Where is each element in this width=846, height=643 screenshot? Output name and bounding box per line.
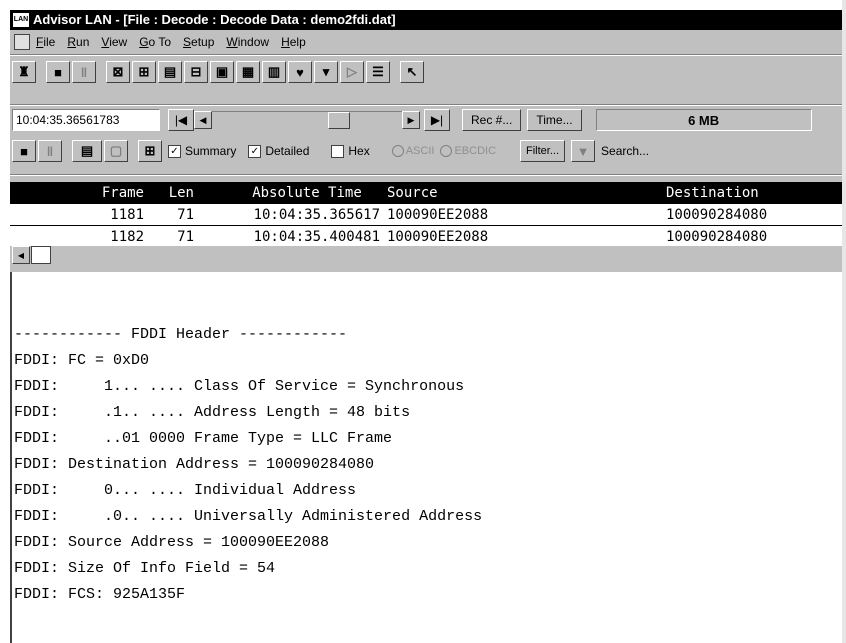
detailed-check-icon[interactable]: ✓ <box>248 144 262 158</box>
detailed-checkbox[interactable]: ✓ Detailed <box>248 144 309 158</box>
network-icon[interactable]: ▦ <box>236 61 260 83</box>
detail-line: FDDI: FC = 0xD0 <box>14 352 150 369</box>
decode-icon[interactable]: ⊟ <box>184 61 208 83</box>
packet-detail-pane[interactable]: ------------ FDDI Header ------------ FD… <box>10 272 846 643</box>
cell-destination: 100090284080 <box>666 206 768 223</box>
buffer-size-display: 6 MB <box>595 109 812 131</box>
scrollbar-thumb[interactable] <box>31 246 51 264</box>
screen-edge <box>842 0 846 643</box>
rec-number-button[interactable]: Rec #... <box>462 109 522 131</box>
detail-line: FDDI: .0.. .... Universally Administered… <box>14 508 483 525</box>
menu-view[interactable]: View <box>101 35 127 49</box>
health-icon[interactable]: ♥ <box>288 61 312 83</box>
record-slider[interactable] <box>212 110 402 130</box>
summary-check-icon[interactable]: ✓ <box>168 144 181 158</box>
timestamp-field[interactable]: 10:04:35.36561783 <box>12 109 160 131</box>
report-icon[interactable]: ☰ <box>366 61 390 83</box>
cell-destination: 100090284080 <box>666 228 768 245</box>
detail-line: FDDI: Destination Address = 100090284080 <box>14 456 375 473</box>
detail-line: FDDI: FCS: 925A135F <box>14 586 186 603</box>
menu-separator <box>10 54 846 56</box>
table-header: Frame Len Absolute Time Source Destinati… <box>10 182 846 204</box>
horizontal-scrollbar[interactable]: ◀ <box>10 246 846 264</box>
detail-line: ------------ FDDI Header ------------ <box>14 326 348 343</box>
main-toolbar: ♜ ■ ‖ ⊠ ⊞ ▤ ⊟ ▣ ▦ ▥ ♥ ▾ ▷ ☰ ↖ <box>10 58 846 86</box>
scroll-left-button[interactable]: ◀ <box>194 111 212 129</box>
scroll-left-arrow-icon[interactable]: ◀ <box>12 246 30 264</box>
column-destination[interactable]: Destination <box>666 185 846 201</box>
column-source[interactable]: Source <box>380 185 666 201</box>
time-button[interactable]: Time... <box>527 109 582 131</box>
hex-check-icon[interactable] <box>331 144 345 158</box>
toolbar-separator <box>10 104 846 106</box>
detail-line: FDDI: Source Address = 100090EE2088 <box>14 534 330 551</box>
search-button[interactable]: Search... <box>601 144 649 158</box>
cell-source: 100090EE2088 <box>387 228 489 245</box>
menu-setup[interactable]: Setup <box>183 35 214 49</box>
trigger-icon[interactable]: ⊞ <box>132 61 156 83</box>
menu-help[interactable]: Help <box>281 35 306 49</box>
detail-line: FDDI: Size Of Info Field = 54 <box>14 560 276 577</box>
scroll-right-button[interactable]: ▶ <box>402 111 420 129</box>
hex-checkbox[interactable]: Hex <box>331 144 370 158</box>
cell-len: 71 <box>177 228 194 245</box>
stop-decode-icon[interactable]: ■ <box>12 140 36 162</box>
grid-separator <box>10 174 846 176</box>
summary-view-icon[interactable]: ▤ <box>72 140 102 162</box>
menu-file[interactable]: File <box>36 35 55 49</box>
detail-line: FDDI: 1... .... Class Of Service = Synch… <box>14 378 465 395</box>
cell-frame: 1181 <box>110 206 144 223</box>
column-frame[interactable]: Frame <box>10 185 144 201</box>
view-options-bar: ■ ‖ ▤ ▢ ⊞ ✓ Summary ✓ Detailed Hex ASCII E… <box>10 138 846 164</box>
funnel-icon[interactable]: ▼ <box>571 140 596 162</box>
expert-icon[interactable]: ▣ <box>210 61 234 83</box>
cell-source: 100090EE2088 <box>387 206 489 223</box>
dropdown-icon[interactable]: ▾ <box>314 61 338 83</box>
pause-icon[interactable]: ‖ <box>72 61 96 83</box>
ascii-radio[interactable]: ASCII <box>391 145 434 157</box>
record-slider-thumb[interactable] <box>328 111 350 129</box>
detail-line: FDDI: 0... .... Individual Address <box>14 482 357 499</box>
column-absolute-time[interactable]: Absolute Time <box>194 185 380 201</box>
cell-time: 10:04:35.365617 <box>253 206 380 223</box>
ebcdic-radio-icon[interactable] <box>440 145 453 157</box>
navigation-bar: 10:04:35.36561783 |◀ ◀ ▶ ▶| Rec #... Tim… <box>10 108 846 132</box>
menu-bar: File Run View Go To Setup Window Help <box>10 32 846 52</box>
last-record-button[interactable]: ▶| <box>424 109 450 131</box>
pointer-icon[interactable]: ↖ <box>400 61 424 83</box>
table-row[interactable]: 1181 71 10:04:35.365617 100090EE2088 100… <box>10 204 846 226</box>
capture-filter-icon[interactable]: ⊠ <box>106 61 130 83</box>
table-row[interactable]: 1182 71 10:04:35.400481 100090EE2088 100… <box>10 226 846 248</box>
cell-len: 71 <box>177 206 194 223</box>
pause-decode-icon[interactable]: ‖ <box>38 140 62 162</box>
menu-goto[interactable]: Go To <box>139 35 171 49</box>
app-icon[interactable]: LAN <box>13 13 29 27</box>
chart-icon[interactable]: ▥ <box>262 61 286 83</box>
split-view-icon[interactable]: ⊞ <box>138 140 162 162</box>
cell-time: 10:04:35.400481 <box>253 228 380 245</box>
window-title: Advisor LAN - [File : Decode : Decode Da… <box>33 12 396 27</box>
document-icon[interactable] <box>14 34 30 50</box>
stop-icon[interactable]: ■ <box>46 61 70 83</box>
detail-line: FDDI: ..01 0000 Frame Type = LLC Frame <box>14 430 393 447</box>
cell-frame: 1182 <box>110 228 144 245</box>
title-bar[interactable]: LAN Advisor LAN - [File : Decode : Decod… <box>10 10 846 30</box>
run-icon[interactable]: ♜ <box>12 61 36 83</box>
filter-button[interactable]: Filter... <box>520 140 566 162</box>
menu-run[interactable]: Run <box>67 35 89 49</box>
ascii-radio-icon[interactable] <box>391 145 404 157</box>
column-len[interactable]: Len <box>144 185 194 201</box>
packet-summary-table: Frame Len Absolute Time Source Destinati… <box>10 182 846 248</box>
ebcdic-radio[interactable]: EBCDIC <box>440 145 496 157</box>
first-record-button[interactable]: |◀ <box>168 109 194 131</box>
menu-window[interactable]: Window <box>226 35 269 49</box>
statistics-icon[interactable]: ▤ <box>158 61 182 83</box>
summary-checkbox[interactable]: ✓ Summary <box>168 144 236 158</box>
hex-view-icon[interactable]: ▢ <box>104 140 128 162</box>
detail-line: FDDI: .1.. .... Address Length = 48 bits <box>14 404 411 421</box>
application-window: LAN Advisor LAN - [File : Decode : Decod… <box>8 8 846 643</box>
playback-icon[interactable]: ▷ <box>340 61 364 83</box>
